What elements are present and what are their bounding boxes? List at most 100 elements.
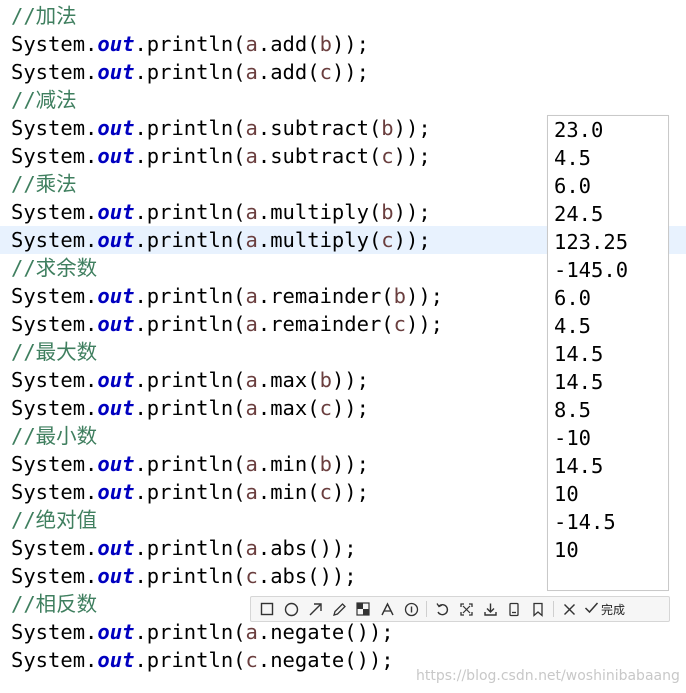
variable-token: c xyxy=(393,312,406,336)
code-text: System. xyxy=(11,452,98,476)
variable-token: c xyxy=(319,60,332,84)
code-text: .multiply( xyxy=(257,200,382,224)
code-text: )); xyxy=(331,396,369,420)
code-text: .println( xyxy=(134,228,246,252)
code-text: .remainder( xyxy=(257,284,394,308)
code-text: System. xyxy=(11,200,98,224)
variable-token: a xyxy=(245,32,258,56)
code-text: System. xyxy=(11,648,98,672)
output-line: 6.0 xyxy=(554,174,592,198)
keyword-token: out xyxy=(97,452,135,476)
undo-icon[interactable] xyxy=(430,598,454,620)
code-text: System. xyxy=(11,32,98,56)
code-comment-line[interactable]: //加法 xyxy=(0,2,686,30)
code-text: )); xyxy=(393,144,431,168)
variable-token: a xyxy=(245,60,258,84)
code-text: System. xyxy=(11,144,98,168)
keyword-token: out xyxy=(97,60,135,84)
code-text: .min( xyxy=(257,452,320,476)
code-line[interactable]: System.out.println(a.negate()); xyxy=(0,618,686,646)
output-line: 4.5 xyxy=(554,314,592,338)
code-text: )); xyxy=(331,368,369,392)
code-comment-text: //加法 xyxy=(11,4,77,28)
code-text: )); xyxy=(331,60,369,84)
arrow-icon[interactable] xyxy=(303,598,327,620)
code-text: System. xyxy=(11,60,98,84)
code-text: .println( xyxy=(134,536,246,560)
code-text: .add( xyxy=(257,60,320,84)
output-line: 23.0 xyxy=(554,118,604,142)
code-text: .println( xyxy=(134,480,246,504)
output-line: -10 xyxy=(554,426,592,450)
code-text: .max( xyxy=(257,396,320,420)
ellipse-icon[interactable] xyxy=(279,598,303,620)
code-comment-text: //最小数 xyxy=(11,424,98,448)
keyword-token: out xyxy=(97,480,135,504)
keyword-token: out xyxy=(97,284,135,308)
done-button[interactable]: 完成 xyxy=(581,598,628,620)
variable-token: a xyxy=(245,536,258,560)
rectangle-icon[interactable] xyxy=(255,598,279,620)
variable-token: a xyxy=(245,200,258,224)
keyword-token: out xyxy=(97,368,135,392)
output-line: -145.0 xyxy=(554,258,629,282)
code-text: .abs()); xyxy=(257,536,357,560)
output-line: 14.5 xyxy=(554,454,604,478)
variable-token: a xyxy=(245,396,258,420)
output-line: 14.5 xyxy=(554,370,604,394)
code-comment-line[interactable]: //减法 xyxy=(0,86,686,114)
number-marker-icon[interactable] xyxy=(399,598,423,620)
toolbar-divider xyxy=(426,601,427,617)
check-icon xyxy=(584,600,599,618)
code-comment-text: //乘法 xyxy=(11,172,77,196)
code-text: .remainder( xyxy=(257,312,394,336)
close-icon[interactable] xyxy=(557,598,581,620)
output-line: 10 xyxy=(554,482,579,506)
code-text: )); xyxy=(393,200,431,224)
output-line: 24.5 xyxy=(554,202,604,226)
variable-token: c xyxy=(381,144,394,168)
variable-token: b xyxy=(381,200,394,224)
variable-token: a xyxy=(245,116,258,140)
code-text: .abs()); xyxy=(257,564,357,588)
variable-token: a xyxy=(245,368,258,392)
code-line[interactable]: System.out.println(a.add(c)); xyxy=(0,58,686,86)
code-text: )); xyxy=(405,312,444,336)
pin-icon[interactable] xyxy=(454,598,478,620)
variable-token: a xyxy=(245,312,258,336)
code-text: .subtract( xyxy=(257,144,382,168)
pen-icon[interactable] xyxy=(327,598,351,620)
code-comment-text: //最大数 xyxy=(11,340,98,364)
code-text: .multiply( xyxy=(257,228,382,252)
output-line: 4.5 xyxy=(554,146,592,170)
code-text: .max( xyxy=(257,368,320,392)
variable-token: a xyxy=(245,228,258,252)
code-comment-text: //减法 xyxy=(11,88,77,112)
variable-token: b xyxy=(381,116,394,140)
keyword-token: out xyxy=(97,396,135,420)
code-line[interactable]: System.out.println(a.add(b)); xyxy=(0,30,686,58)
variable-token: b xyxy=(393,284,406,308)
code-text: .subtract( xyxy=(257,116,382,140)
variable-token: a xyxy=(245,284,258,308)
mosaic-icon[interactable] xyxy=(351,598,375,620)
text-icon[interactable] xyxy=(375,598,399,620)
keyword-token: out xyxy=(97,564,135,588)
variable-token: c xyxy=(245,648,258,672)
code-text: System. xyxy=(11,312,98,336)
output-line: 123.25 xyxy=(554,230,629,254)
code-text: .add( xyxy=(257,32,320,56)
save-icon[interactable] xyxy=(502,598,526,620)
download-icon[interactable] xyxy=(478,598,502,620)
code-text: )); xyxy=(331,452,369,476)
code-text: .println( xyxy=(134,312,246,336)
variable-token: c xyxy=(319,396,332,420)
variable-token: c xyxy=(319,480,332,504)
code-text: .println( xyxy=(134,620,246,644)
code-text: )); xyxy=(331,32,369,56)
variable-token: a xyxy=(245,452,258,476)
variable-token: c xyxy=(245,564,258,588)
bookmark-icon[interactable] xyxy=(526,598,550,620)
variable-token: c xyxy=(381,228,394,252)
code-text: System. xyxy=(11,480,98,504)
